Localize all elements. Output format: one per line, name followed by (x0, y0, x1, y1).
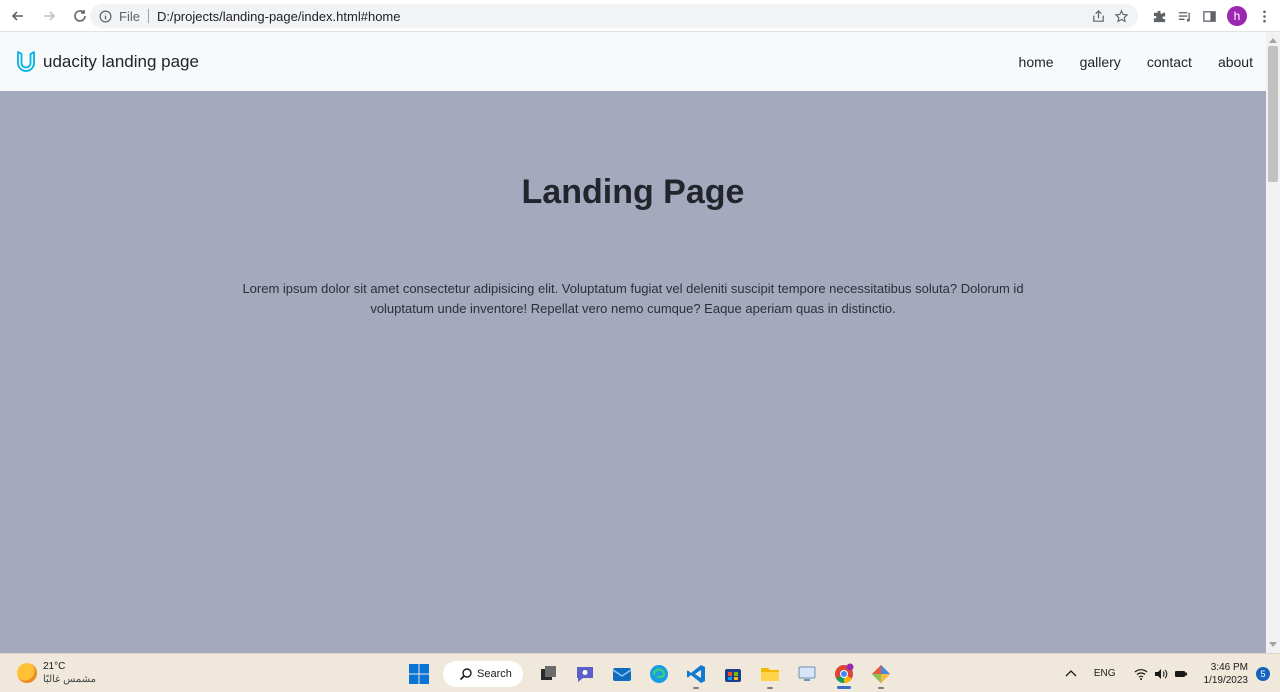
remote-desktop-button[interactable] (792, 659, 822, 689)
folder-icon (760, 667, 779, 681)
weather-sun-icon (17, 663, 37, 683)
search-icon (459, 667, 472, 680)
clock-time: 3:46 PM (1210, 661, 1248, 673)
nav-item-gallery[interactable]: gallery (1080, 54, 1121, 70)
hero-section: Landing Page Lorem ipsum dolor sit amet … (0, 91, 1266, 653)
weather-text: 21°C مشمس غالبًا (43, 660, 96, 686)
page-scrollbar[interactable] (1266, 32, 1280, 653)
forward-button[interactable] (35, 2, 62, 29)
running-indicator (692, 686, 699, 689)
active-indicator (836, 685, 851, 689)
weather-description: مشمس غالبًا (43, 674, 96, 685)
mail-app-button[interactable] (607, 659, 637, 689)
arrow-right-icon (43, 10, 55, 21)
brand-title: udacity landing page (43, 51, 199, 71)
system-tray: ENG 3:46 PM 1/19/2023 5 (1064, 654, 1270, 692)
profile-avatar[interactable]: h (1227, 6, 1247, 26)
running-indicator (766, 686, 773, 689)
language-indicator[interactable]: ENG (1094, 668, 1116, 679)
back-button[interactable] (4, 2, 31, 29)
scroll-up-icon[interactable] (1269, 38, 1277, 43)
browser-actions: h (1152, 0, 1272, 32)
scroll-thumb[interactable] (1268, 46, 1278, 182)
brand[interactable]: udacity landing page (15, 50, 199, 74)
clock[interactable]: 3:46 PM 1/19/2023 (1204, 661, 1249, 687)
running-indicator (877, 686, 884, 689)
share-icon[interactable] (1091, 9, 1106, 24)
notification-badge[interactable]: 5 (1256, 666, 1270, 681)
desktop-icon (798, 666, 815, 681)
address-bar[interactable]: File D:/projects/landing-page/index.html… (90, 4, 1138, 28)
url-scheme-label: File (119, 8, 140, 24)
more-menu-icon[interactable] (1257, 9, 1272, 24)
battery-icon[interactable] (1174, 667, 1188, 681)
search-label: Search (477, 667, 512, 680)
task-view-button[interactable] (533, 659, 563, 689)
reading-list-icon[interactable] (1177, 9, 1192, 24)
nav-item-home[interactable]: home (1019, 54, 1054, 70)
url-text[interactable]: D:/projects/landing-page/index.html#home (157, 9, 401, 24)
weather-widget[interactable]: 21°C مشمس غالبًا (17, 660, 96, 686)
volume-icon[interactable] (1154, 667, 1168, 681)
reload-button[interactable] (66, 2, 93, 29)
windows-logo-icon (408, 663, 429, 684)
udacity-logo-icon (15, 50, 37, 74)
chrome-icon (834, 663, 853, 683)
taskbar-apps: Search (400, 654, 899, 692)
vscode-icon (686, 664, 705, 683)
teams-chat-button[interactable] (570, 659, 600, 689)
hero-paragraph: Lorem ipsum dolor sit amet consectetur a… (242, 281, 1024, 316)
start-button[interactable] (404, 659, 434, 689)
wifi-icon[interactable] (1134, 667, 1148, 681)
chat-icon (576, 666, 593, 682)
store-icon (724, 668, 741, 682)
task-view-icon (540, 665, 556, 680)
browser-toolbar: File D:/projects/landing-page/index.html… (0, 0, 1280, 32)
nav-menu: home gallery contact about (1019, 32, 1253, 91)
mail-icon (612, 667, 631, 681)
clock-date: 1/19/2023 (1203, 674, 1249, 686)
nav-item-about[interactable]: about (1218, 54, 1253, 70)
diamond-app-icon (871, 664, 890, 683)
weather-temperature: 21°C (43, 661, 66, 672)
page-title: Landing Page (521, 173, 745, 211)
chrome-button[interactable] (829, 659, 859, 689)
arrow-left-icon (11, 10, 23, 21)
site-navbar: udacity landing page home gallery contac… (0, 32, 1266, 91)
reload-icon (73, 9, 86, 22)
bookmark-star-icon[interactable] (1114, 9, 1129, 24)
file-explorer-button[interactable] (755, 659, 785, 689)
info-icon[interactable] (99, 9, 113, 23)
vscode-button[interactable] (681, 659, 711, 689)
edge-browser-button[interactable] (644, 659, 674, 689)
store-button[interactable] (718, 659, 748, 689)
scroll-down-icon[interactable] (1269, 642, 1277, 647)
edge-icon (649, 664, 668, 683)
url-divider (147, 9, 149, 23)
nav-item-contact[interactable]: contact (1147, 54, 1192, 70)
extensions-icon[interactable] (1152, 9, 1167, 24)
git-app-button[interactable] (866, 659, 896, 689)
chevron-up-icon[interactable] (1064, 667, 1078, 681)
omnibox-actions (1091, 4, 1138, 28)
taskbar-search[interactable]: Search (443, 660, 523, 687)
side-panel-icon[interactable] (1202, 9, 1217, 24)
taskbar: 21°C مشمس غالبًا Search ENG 3:46 PM 1/19… (0, 653, 1280, 692)
